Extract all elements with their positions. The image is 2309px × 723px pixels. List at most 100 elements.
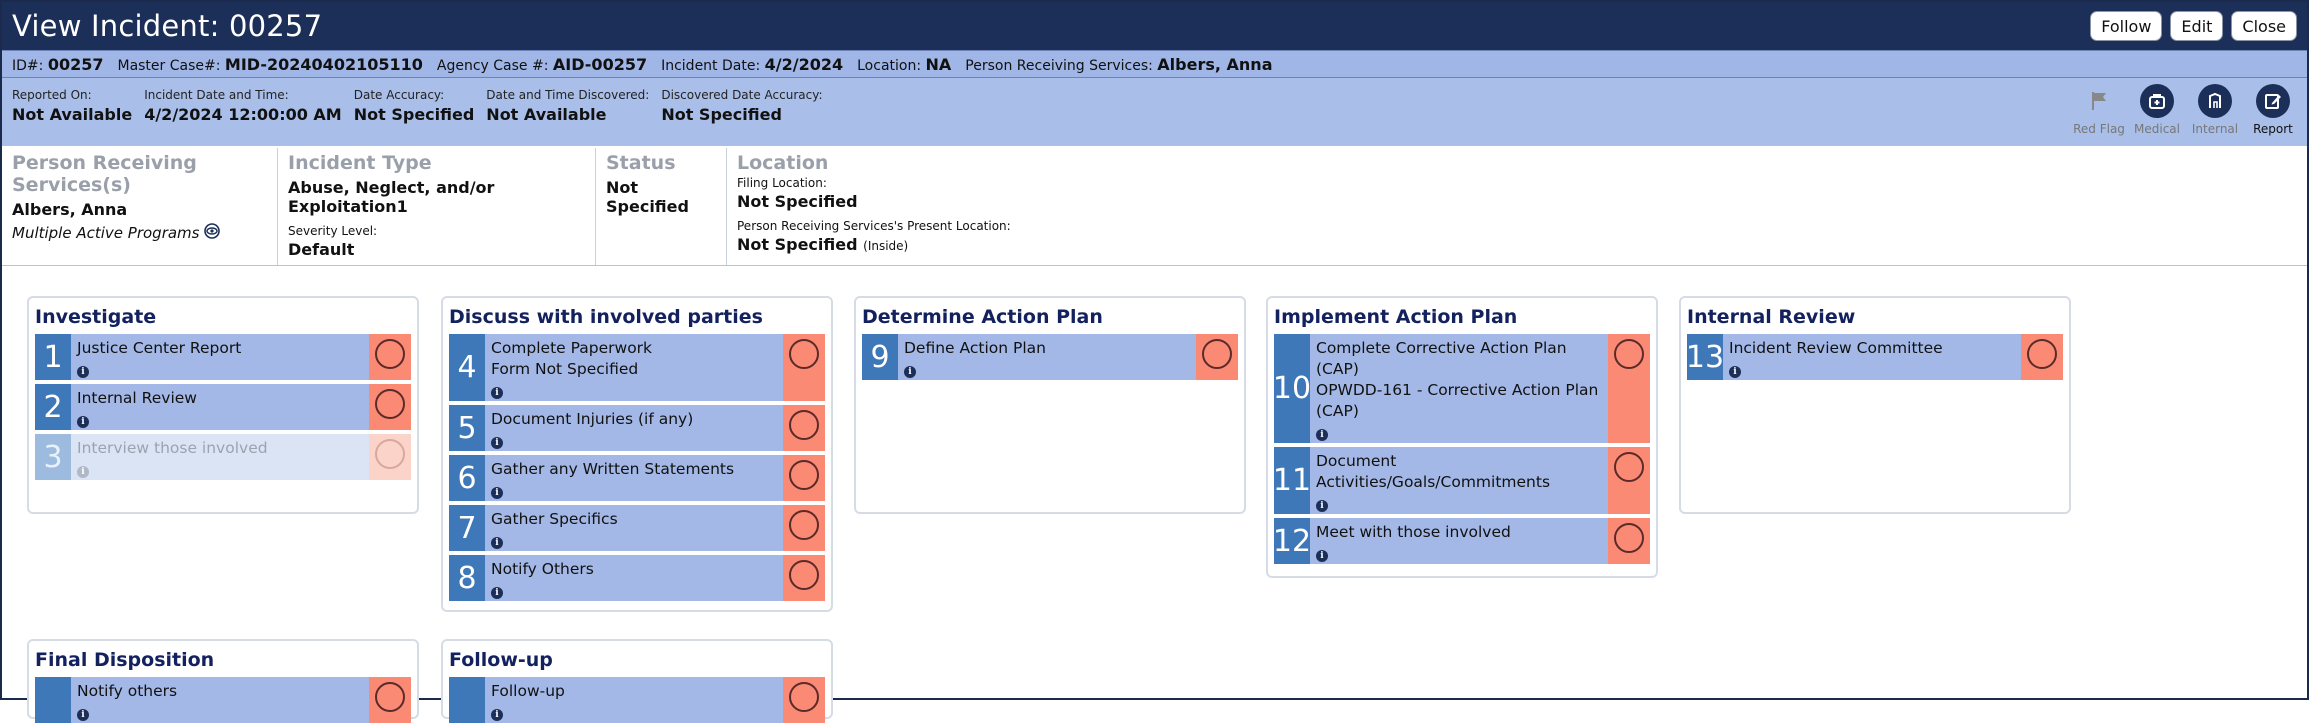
step-number: 3 bbox=[35, 434, 71, 480]
info-icon[interactable]: i bbox=[491, 537, 503, 549]
step-body: Define Action Plan i bbox=[898, 334, 1196, 380]
status-circle-icon bbox=[789, 682, 819, 712]
info-icon[interactable]: i bbox=[491, 709, 503, 721]
step-status[interactable] bbox=[1196, 334, 1238, 380]
incident-date-label: Incident Date: bbox=[661, 57, 761, 74]
workflow-step[interactable]: 3 Interview those involved i bbox=[35, 434, 411, 480]
step-status[interactable] bbox=[369, 334, 411, 380]
step-status[interactable] bbox=[1608, 334, 1650, 443]
info-icon[interactable]: i bbox=[77, 416, 89, 428]
step-body: Complete Paperwork Form Not Specified i bbox=[485, 334, 783, 401]
status-circle-icon bbox=[375, 389, 405, 419]
info-icon[interactable]: i bbox=[491, 437, 503, 449]
step-status[interactable] bbox=[783, 677, 825, 723]
workflow-step[interactable]: Notify others i bbox=[35, 677, 411, 723]
programs-text: Multiple Active Programs bbox=[12, 224, 200, 242]
step-body: Gather any Written Statements i bbox=[485, 455, 783, 501]
page-title: View Incident: 00257 bbox=[12, 9, 323, 43]
severity-label: Severity Level: bbox=[288, 224, 378, 238]
info-icon[interactable]: i bbox=[1316, 429, 1328, 441]
step-status[interactable] bbox=[783, 405, 825, 451]
workflow-step[interactable]: 2 Internal Review i bbox=[35, 384, 411, 430]
edit-report-icon bbox=[2256, 84, 2290, 118]
workflow-step[interactable]: 13 Incident Review Committee i bbox=[1686, 334, 2063, 380]
info-icon[interactable]: i bbox=[491, 587, 503, 599]
step-label: Follow-up bbox=[491, 682, 565, 700]
step-status[interactable] bbox=[369, 434, 411, 480]
step-body: Meet with those involved i bbox=[1310, 518, 1608, 564]
edit-button[interactable]: Edit bbox=[2170, 11, 2224, 41]
workflow-step[interactable]: 5 Document Injuries (if any) i bbox=[449, 405, 825, 451]
red-flag-label: Red Flag bbox=[2073, 122, 2125, 136]
info-icon[interactable]: i bbox=[77, 466, 89, 478]
person-heading: Person Receiving Services(s) bbox=[12, 152, 197, 196]
step-number bbox=[35, 677, 71, 723]
workflow-step[interactable]: 7 Gather Specifics i bbox=[449, 505, 825, 551]
close-button[interactable]: Close bbox=[2231, 11, 2297, 41]
info-icon[interactable]: i bbox=[1316, 550, 1328, 562]
step-body: Document Activities/Goals/Commitments i bbox=[1310, 447, 1608, 514]
incident-type-heading: Incident Type bbox=[288, 152, 432, 174]
card-title: Investigate bbox=[35, 306, 157, 328]
step-body: Notify Others i bbox=[485, 555, 783, 601]
step-body: Interview those involved i bbox=[71, 434, 369, 480]
info-icon[interactable]: i bbox=[77, 366, 89, 378]
workflow-step[interactable]: 8 Notify Others i bbox=[449, 555, 825, 601]
workflow-step[interactable]: 12 Meet with those involved i bbox=[1273, 518, 1650, 564]
step-status[interactable] bbox=[783, 505, 825, 551]
master-case-value: MID-20240402105110 bbox=[224, 54, 423, 74]
info-icon[interactable]: i bbox=[491, 487, 503, 499]
report-tool[interactable]: Report bbox=[2249, 84, 2297, 136]
internal-tool[interactable]: Internal bbox=[2191, 84, 2239, 136]
incident-date-value: 4/2/2024 bbox=[764, 54, 844, 74]
step-status[interactable] bbox=[369, 384, 411, 430]
step-body: Document Injuries (if any) i bbox=[485, 405, 783, 451]
workflow-step[interactable]: 6 Gather any Written Statements i bbox=[449, 455, 825, 501]
step-label: Notify others bbox=[77, 682, 178, 700]
step-status[interactable] bbox=[783, 455, 825, 501]
step-status[interactable] bbox=[2021, 334, 2063, 380]
info-icon[interactable]: i bbox=[77, 709, 89, 721]
step-number: 12 bbox=[1273, 518, 1311, 564]
status-circle-icon bbox=[375, 682, 405, 712]
discovered-accuracy-value: Not Specified bbox=[661, 105, 782, 124]
step-status[interactable] bbox=[1608, 518, 1650, 564]
info-icon[interactable]: i bbox=[1316, 500, 1328, 512]
eye-icon[interactable] bbox=[203, 223, 221, 243]
step-status[interactable] bbox=[369, 677, 411, 723]
step-status[interactable] bbox=[1608, 447, 1650, 514]
incident-datetime-field: Incident Date and Time: 4/2/2024 12:00:0… bbox=[144, 88, 342, 124]
workflow-step[interactable]: 10 Complete Corrective Action Plan (CAP) OP… bbox=[1273, 334, 1650, 443]
info-icon[interactable]: i bbox=[491, 387, 503, 399]
card-discuss: Discuss with involved parties 4 Complete P… bbox=[441, 296, 833, 612]
building-icon bbox=[2198, 84, 2232, 118]
workflow-step[interactable]: 1 Justice Center Report i bbox=[35, 334, 411, 380]
location-label: Location: bbox=[857, 57, 922, 74]
card-investigate: Investigate 1 Justice Center Report i 2 Inter… bbox=[27, 296, 419, 514]
workflow-step[interactable]: 4 Complete Paperwork Form Not Specified i bbox=[449, 334, 825, 401]
summary-incident-type: Incident Type Abuse, Neglect, and/or Exp… bbox=[278, 148, 596, 265]
info-icon[interactable]: i bbox=[904, 366, 916, 378]
step-status[interactable] bbox=[783, 555, 825, 601]
workflow-step[interactable]: 9 Define Action Plan i bbox=[862, 334, 1238, 380]
date-discovered-field: Date and Time Discovered: Not Available bbox=[486, 88, 649, 124]
info-icon[interactable]: i bbox=[1729, 366, 1741, 378]
status-heading: Status bbox=[606, 152, 676, 174]
person-value: Albers, Anna bbox=[1157, 54, 1273, 74]
report-label: Report bbox=[2253, 122, 2293, 136]
card-title: Final Disposition bbox=[35, 649, 215, 671]
person-name: Albers, Anna bbox=[12, 200, 128, 219]
step-number bbox=[449, 677, 485, 723]
step-label: Document bbox=[1316, 452, 1397, 470]
workflow-step[interactable]: 11 Document Activities/Goals/Commitments i bbox=[1273, 447, 1650, 514]
workflow-step[interactable]: Follow-up i bbox=[449, 677, 825, 723]
medical-tool[interactable]: Medical bbox=[2133, 84, 2181, 136]
step-number: 13 bbox=[1686, 334, 1724, 380]
follow-button[interactable]: Follow bbox=[2090, 11, 2163, 41]
step-status[interactable] bbox=[783, 334, 825, 401]
step-label: Gather Specifics bbox=[491, 510, 618, 528]
step-label: Document Injuries (if any) bbox=[491, 410, 694, 428]
step-label: Complete Corrective Action Plan bbox=[1316, 339, 1567, 357]
step-body: Incident Review Committee i bbox=[1723, 334, 2021, 380]
red-flag-tool[interactable]: Red Flag bbox=[2073, 84, 2125, 136]
